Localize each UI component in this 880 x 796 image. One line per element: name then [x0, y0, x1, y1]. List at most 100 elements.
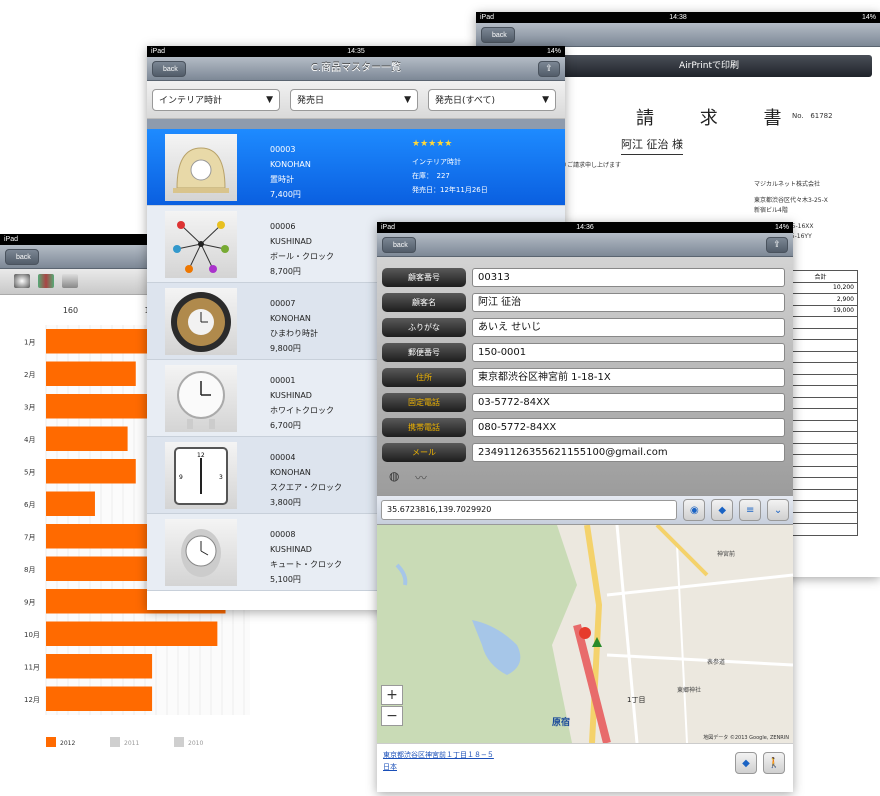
battery: 14%: [774, 224, 789, 231]
signature-icon[interactable]: 〰: [415, 469, 427, 486]
y-tick-label: 4月: [24, 436, 35, 444]
directions-button[interactable]: ◆: [735, 752, 757, 774]
y-tick-label: 6月: [24, 501, 35, 509]
cute-clock-image: [165, 519, 237, 586]
status-bar: iPad 14:38 14%: [476, 12, 880, 23]
email-link-label[interactable]: メール: [382, 443, 466, 462]
y-tick-label: 8月: [24, 566, 35, 574]
field-label: 顧客名: [382, 293, 466, 312]
white-clock-image: [165, 365, 237, 432]
product-info: 00008 KUSHINAD キュート・クロック 5,100円: [270, 530, 342, 584]
country-link[interactable]: 日本: [383, 762, 397, 772]
email-field[interactable]: 23491126355621155100@gmail.com: [472, 443, 785, 462]
mobile-field[interactable]: 080-5772-84XX: [472, 418, 785, 437]
y-tick-label: 9月: [24, 598, 35, 606]
date-filter[interactable]: 発売日(すべて) ▼: [428, 88, 556, 111]
mobile-link-label[interactable]: 携帯電話: [382, 418, 466, 437]
y-tick-label: 3月: [24, 403, 35, 411]
line-chart-icon[interactable]: [62, 274, 78, 288]
customer-form: 顧客番号 00313 顧客名 阿江 征治 ふりがな あいえ せいじ 郵便番号 1…: [377, 257, 793, 495]
product-info: 00004 KONOHAN スクエア・クロック 3,800円: [270, 453, 342, 507]
address-field[interactable]: 東京都渋谷区神宮前 1-18-1X: [472, 368, 785, 387]
more-button[interactable]: ⌄: [767, 499, 789, 521]
address-link-label[interactable]: 住所: [382, 368, 466, 387]
share-icon: ⇪: [773, 240, 781, 250]
svg-text:3: 3: [219, 474, 223, 481]
square-clock-image: 12 9 3: [165, 442, 237, 509]
coordinate-bar: 35.6723816,139.7029920 ◉ ◆ ≡ ⌄: [377, 495, 793, 525]
list-icon: ≡: [745, 504, 755, 516]
navigation-bar: back C.商品マスター一覧 ⇪: [147, 57, 565, 81]
address-link[interactable]: 東京都渋谷区神宮前１丁目１８−５: [383, 750, 494, 760]
category-filter[interactable]: インテリア時計 ▼: [152, 88, 280, 111]
dropdown-arrow-icon: ▼: [404, 94, 411, 105]
product-info: 00001 KUSHINAD ホワイトクロック 6,700円: [270, 376, 334, 430]
back-button[interactable]: back: [481, 27, 515, 43]
product-row[interactable]: 00003 KONOHAN 置時計 7,400円 ★★★★★ インテリア時計 在…: [147, 129, 565, 206]
clock: 14:35: [347, 48, 365, 55]
back-button[interactable]: back: [382, 237, 416, 253]
form-row: メール 23491126355621155100@gmail.com: [382, 440, 793, 465]
clock: 14:36: [576, 224, 594, 231]
table-cell: 2,900: [786, 293, 858, 306]
y-tick-label: 2月: [24, 371, 35, 379]
x-tick-label: 160: [63, 306, 78, 315]
map-label: 東郷神社: [677, 687, 702, 694]
share-button[interactable]: ⇪: [538, 61, 560, 77]
y-tick-label: 11月: [24, 663, 40, 671]
directions-button[interactable]: ◆: [711, 499, 734, 521]
crosshair-icon: ◉: [690, 504, 699, 516]
invoice-message: りご請求申し上げます: [561, 162, 622, 169]
list-button[interactable]: ≡: [739, 499, 762, 521]
map-view[interactable]: 原宿 神宮前 表参道 1丁目 東郷神社 地図データ ©2013 Google, …: [377, 525, 793, 743]
pedestrian-button[interactable]: 🚶: [763, 752, 785, 774]
location-button[interactable]: ◉: [683, 499, 706, 521]
field-label: 顧客番号: [382, 268, 466, 287]
mantel-clock-image: [165, 134, 237, 201]
bar-chart-icon[interactable]: [38, 274, 54, 288]
dropdown-arrow-icon: ▼: [542, 94, 549, 105]
directions-icon: ◆: [718, 504, 727, 516]
zoom-in-button[interactable]: +: [381, 685, 403, 705]
chevron-down-icon: ⌄: [773, 504, 783, 516]
status-bar: iPad 14:36 14%: [377, 222, 793, 233]
bar: [46, 491, 95, 516]
invoice-number: No. 61782: [792, 112, 833, 120]
phone-link-label[interactable]: 固定電話: [382, 393, 466, 412]
status-bar: iPad 14:35 14%: [147, 46, 565, 57]
bar: [46, 426, 128, 451]
form-row: 住所 東京都渋谷区神宮前 1-18-1X: [382, 365, 793, 390]
dropdown-arrow-icon: ▼: [266, 94, 273, 105]
person-icon: 🚶: [767, 757, 781, 769]
y-tick-label: 1月: [24, 338, 35, 346]
field-label: 郵便番号: [382, 343, 466, 362]
globe-icon[interactable]: ◍: [389, 469, 399, 483]
zoom-out-button[interactable]: −: [381, 706, 403, 726]
customer-number-field[interactable]: 00313: [472, 268, 785, 287]
sort-filter[interactable]: 発売日 ▼: [290, 88, 418, 111]
furigana-field[interactable]: あいえ せいじ: [472, 318, 785, 337]
form-row: 顧客番号 00313: [382, 265, 793, 290]
postal-code-field[interactable]: 150-0001: [472, 343, 785, 362]
product-details: ★★★★★ インテリア時計 在庫： 227 発売日：12年11月26日: [412, 139, 488, 194]
share-button[interactable]: ⇪: [766, 237, 788, 253]
y-tick-label: 7月: [24, 533, 35, 541]
legend-swatch: [174, 737, 184, 747]
table-cell: 10,200: [786, 281, 858, 294]
coordinate-field[interactable]: 35.6723816,139.7029920: [381, 500, 678, 520]
phone-field[interactable]: 03-5772-84XX: [472, 393, 785, 412]
airprint-button[interactable]: AirPrintで印刷: [546, 55, 872, 77]
device-label: iPad: [381, 224, 396, 231]
map-label: 原宿: [552, 718, 571, 728]
y-tick-label: 5月: [24, 468, 35, 476]
globe-icon[interactable]: [14, 274, 30, 288]
map-credit: 地図データ ©2013 Google, ZENRIN: [703, 735, 789, 741]
back-button[interactable]: back: [5, 249, 39, 265]
ball-clock-image: [165, 211, 237, 278]
invoice-table: 合計 10,200 2,900 19,000: [786, 270, 858, 536]
legend-label: 2011: [124, 740, 139, 747]
legend-swatch: [46, 737, 56, 747]
customer-name-field[interactable]: 阿江 征治: [472, 293, 785, 312]
legend-label: 2012: [60, 740, 75, 747]
map-footer: 東京都渋谷区神宮前１丁目１８−５ 日本 ◆ 🚶: [377, 743, 793, 783]
